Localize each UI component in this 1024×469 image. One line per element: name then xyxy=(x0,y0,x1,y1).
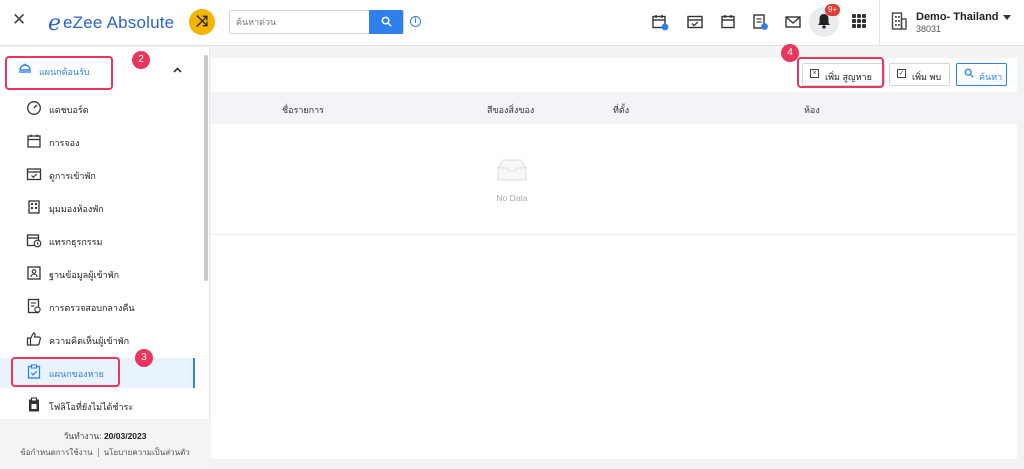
empty-inbox-icon xyxy=(497,159,527,181)
sidebar-item-insert-transaction[interactable]: แทรกธุรกรรม xyxy=(0,226,195,256)
column-item-name[interactable]: ชื่อรายการ xyxy=(282,103,324,117)
empty-state-text: No Data xyxy=(496,193,528,203)
work-date-value: 20/03/2023 xyxy=(103,431,147,441)
quick-search-input[interactable] xyxy=(230,11,372,33)
check-box-icon: ✓ xyxy=(897,69,906,78)
footer-separator xyxy=(97,448,99,458)
shuffle-icon[interactable]: ⤨ xyxy=(189,9,215,35)
step-badge-3: 3 xyxy=(135,349,153,367)
search-icon xyxy=(964,68,974,78)
add-found-button[interactable]: ✓ เพิ่ม พบ xyxy=(889,63,950,86)
sidebar-item-dashboard[interactable]: แดชบอร์ด xyxy=(0,94,195,124)
property-name[interactable]: Demo- Thailand xyxy=(916,11,999,23)
empty-state: No Data xyxy=(211,124,1017,235)
sidebar-item-label: ดูการเข้าพัก xyxy=(49,171,96,181)
terms-link[interactable]: ข้อกำหนดการใช้งาน xyxy=(20,448,92,457)
clipboard-icon xyxy=(29,397,39,412)
sidebar-item-room-view[interactable]: มุมมองห้องพัก xyxy=(0,193,195,223)
sidebar-item-view-stays[interactable]: ดูการเข้าพัก xyxy=(0,160,195,190)
search-panel-button[interactable]: ค้นหา xyxy=(956,63,1007,86)
sidebar-item-guest-database[interactable]: ฐานข้อมูลผู้เข้าพัก xyxy=(0,259,195,289)
guest-database-icon xyxy=(27,266,41,280)
active-indicator xyxy=(193,358,195,388)
sidebar: แผนกต้อนรับ แดชบอร์ด การจอง ดูการเข้าพัก… xyxy=(0,47,210,469)
column-item-color[interactable]: สีของสิ่งของ xyxy=(487,103,534,117)
sidebar-footer: วันทำงาน: 20/03/2023 ข้อกำหนดการใช้งาน นโ… xyxy=(0,419,210,469)
table-header: ชื่อรายการ สีของสิ่งของ ที่ตั้ง ห้อง xyxy=(211,92,1017,124)
calendar-plus-icon[interactable] xyxy=(651,13,669,31)
sidebar-item-label: โฟลิโอที่ยังไม่ได้ชำระ xyxy=(49,402,134,412)
highlight-front-desk xyxy=(5,56,113,90)
column-location[interactable]: ที่ตั้ง xyxy=(613,103,629,117)
footer-links: ข้อกำหนดการใช้งาน นโยบายความเป็นส่วนตัว xyxy=(0,446,210,459)
notifications-button[interactable]: 9+ xyxy=(809,4,841,37)
sidebar-item-label: มุมมองห้องพัก xyxy=(49,204,104,214)
night-audit-icon xyxy=(27,298,41,314)
notification-count-badge: 9+ xyxy=(825,4,841,16)
quick-search xyxy=(229,10,404,34)
sidebar-item-guest-feedback[interactable]: ความคิดเห็นผู้เข้าพัก xyxy=(0,325,195,355)
column-room[interactable]: ห้อง xyxy=(804,103,820,117)
close-icon[interactable]: ✕ xyxy=(12,11,26,28)
room-view-icon xyxy=(28,200,40,214)
building-icon xyxy=(891,12,907,30)
mail-icon[interactable] xyxy=(784,13,802,31)
sidebar-scrollbar[interactable] xyxy=(204,55,208,281)
calendar-icon xyxy=(27,134,41,148)
sidebar-item-night-audit[interactable]: การตรวจสอบกลางคืน xyxy=(0,292,195,322)
brand-logo[interactable]: e eZee Absolute xyxy=(48,10,174,36)
sidebar-item-label: แดชบอร์ด xyxy=(49,105,89,115)
sidebar-item-label: การจอง xyxy=(49,138,80,148)
top-bar: ✕ e eZee Absolute ⤨ i 9+ Demo- Thailand … xyxy=(0,0,1024,46)
sidebar-item-unpaid-folio[interactable]: โฟลิโอที่ยังไม่ได้ชำระ xyxy=(0,391,195,421)
toolbar: × เพิ่ม สูญหาย ✓ เพิ่ม พบ ค้นหา xyxy=(211,58,1017,92)
thumbs-up-icon xyxy=(26,332,41,346)
info-icon[interactable]: i xyxy=(410,16,421,27)
property-id: 38031 xyxy=(916,24,942,34)
brand-logo-mark: e xyxy=(48,10,62,36)
calendar-icon[interactable] xyxy=(719,13,737,31)
apps-grid-icon[interactable] xyxy=(852,14,866,28)
search-panel-label: ค้นหา xyxy=(979,72,1003,82)
calendar-clock-icon xyxy=(26,234,42,248)
add-found-label: เพิ่ม พบ xyxy=(912,72,942,82)
highlight-add-lost xyxy=(797,57,884,88)
chevron-down-icon[interactable] xyxy=(1003,15,1011,20)
search-icon xyxy=(381,16,392,27)
sidebar-item-reservation[interactable]: การจอง xyxy=(0,127,195,157)
sidebar-item-label: ฐานข้อมูลผู้เข้าพัก xyxy=(49,270,120,280)
sidebar-item-label: แทรกธุรกรรม xyxy=(49,237,103,247)
sidebar-item-label: การตรวจสอบกลางคืน xyxy=(49,303,135,313)
work-date-label: วันทำงาน: xyxy=(63,431,102,441)
privacy-link[interactable]: นโยบายความเป็นส่วนตัว xyxy=(104,448,190,457)
chevron-up-icon[interactable] xyxy=(173,67,182,73)
calendar-check-icon xyxy=(26,168,42,181)
step-badge-2: 2 xyxy=(132,51,150,69)
highlight-lost-found xyxy=(11,357,120,387)
report-icon[interactable] xyxy=(751,13,769,31)
calendar-check-icon[interactable] xyxy=(686,13,704,31)
topbar-divider xyxy=(879,0,880,46)
lost-found-panel: × เพิ่ม สูญหาย ✓ เพิ่ม พบ ค้นหา ชื่อรายก… xyxy=(211,58,1017,459)
search-button[interactable] xyxy=(369,10,403,34)
sidebar-item-label: ความคิดเห็นผู้เข้าพัก xyxy=(49,336,130,346)
work-date: วันทำงาน: 20/03/2023 xyxy=(0,429,210,443)
brand-name: eZee Absolute xyxy=(63,13,175,32)
dashboard-gauge-icon xyxy=(27,101,41,115)
step-badge-4: 4 xyxy=(781,44,799,62)
